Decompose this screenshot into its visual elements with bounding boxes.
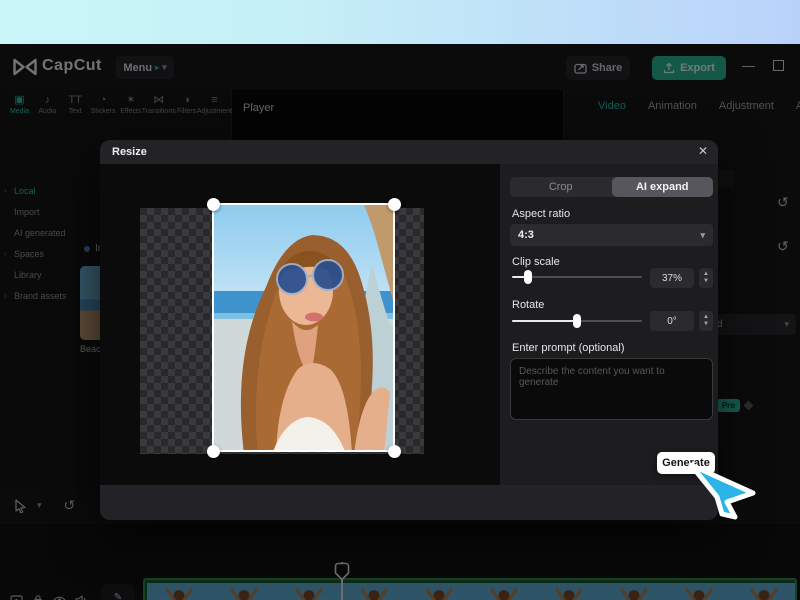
clip-scale-handle[interactable] xyxy=(524,270,532,284)
capcut-app-screen: CapCut Menu ▸ ▾ Share Export — xyxy=(0,0,800,600)
rotate-fill xyxy=(512,320,577,322)
crop-handle-top-right[interactable] xyxy=(388,198,401,211)
aspect-ratio-dropdown[interactable]: 4:3 ▾ xyxy=(510,224,713,246)
clip-scale-slider[interactable] xyxy=(512,276,642,278)
dialog-footer: Confirm xyxy=(100,485,718,520)
rotate-handle[interactable] xyxy=(573,314,581,328)
aspect-ratio-label: Aspect ratio xyxy=(512,208,570,220)
stepper-down-icon[interactable]: ▼ xyxy=(703,278,709,285)
prompt-input[interactable] xyxy=(510,358,713,420)
crop-handle-bottom-right[interactable] xyxy=(388,445,401,458)
clip-scale-stepper[interactable]: ▲ ▼ xyxy=(699,268,713,288)
resize-dialog: Resize ✕ xyxy=(100,140,718,520)
tab-crop[interactable]: Crop xyxy=(510,177,612,197)
rotate-value[interactable]: 0° xyxy=(650,311,694,331)
tab-ai-expand[interactable]: AI expand xyxy=(612,177,714,197)
crop-handle-bottom-left[interactable] xyxy=(207,445,220,458)
rotate-label: Rotate xyxy=(512,299,544,311)
stepper-up-icon[interactable]: ▲ xyxy=(703,314,709,321)
aspect-ratio-value: 4:3 xyxy=(518,229,534,241)
chevron-down-icon: ▾ xyxy=(700,230,705,241)
clip-scale-value[interactable]: 37% xyxy=(650,268,694,288)
stepper-up-icon[interactable]: ▲ xyxy=(703,271,709,278)
cursor-arrow-icon xyxy=(686,460,760,524)
rotate-slider[interactable] xyxy=(512,320,642,322)
dialog-header: Resize ✕ xyxy=(100,140,718,164)
stepper-down-icon[interactable]: ▼ xyxy=(703,321,709,328)
resize-mode-tabs: Crop AI expand xyxy=(510,177,713,197)
close-icon[interactable]: ✕ xyxy=(698,144,708,158)
photo-woman-beach xyxy=(214,205,395,452)
prompt-label: Enter prompt (optional) xyxy=(512,342,625,354)
preview-photo[interactable] xyxy=(212,203,395,452)
rotate-stepper[interactable]: ▲ ▼ xyxy=(699,311,713,331)
dialog-title: Resize xyxy=(112,146,147,158)
desktop-background xyxy=(0,0,800,44)
clip-scale-label: Clip scale xyxy=(512,256,560,268)
crop-handle-top-left[interactable] xyxy=(207,198,220,211)
